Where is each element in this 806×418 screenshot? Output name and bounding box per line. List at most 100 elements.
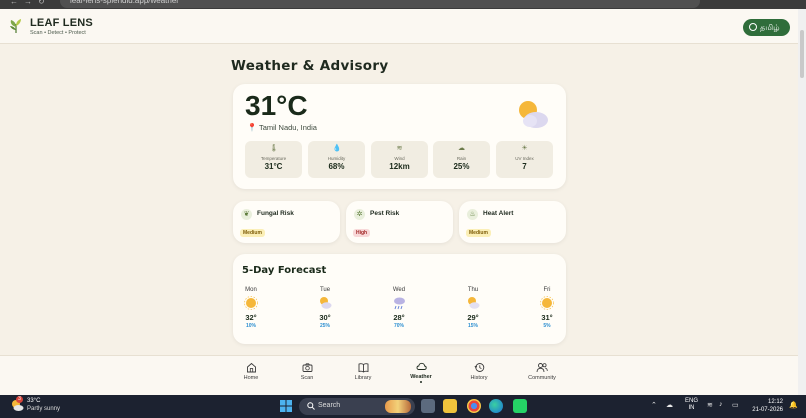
forecast-temp: 32°	[245, 313, 257, 322]
forward-icon[interactable]: →	[24, 0, 32, 6]
task-view-icon[interactable]	[421, 399, 435, 413]
active-indicator	[420, 381, 422, 383]
globe-icon	[749, 23, 757, 31]
fungal-risk-card[interactable]: ❦ Fungal Risk Medium	[233, 201, 340, 243]
location-text: Tamil Nadu, India	[258, 123, 317, 132]
forecast-day-name: Mon	[245, 287, 257, 293]
search-placeholder: Search	[318, 402, 341, 409]
nav-label: Library	[354, 375, 372, 381]
windows-start-icon[interactable]	[280, 400, 292, 412]
back-icon[interactable]: ←	[10, 0, 18, 6]
bottom-navigation: Home Scan Library Weather History Commun…	[0, 355, 798, 395]
location-pin-icon: 📍	[247, 123, 257, 132]
nav-weather[interactable]: Weather	[401, 361, 441, 383]
camera-icon	[302, 363, 312, 372]
weather-alert-badge: 3	[16, 396, 23, 403]
search-highlight-image	[385, 400, 411, 413]
risk-level-badge: Medium	[240, 229, 265, 237]
nav-home[interactable]: Home	[231, 362, 271, 381]
nav-community[interactable]: Community	[521, 362, 563, 381]
language-indicator[interactable]: ENG IN	[685, 398, 698, 412]
stat-label: Humidity	[327, 156, 346, 161]
forecast-day: Tue 30° 25%	[310, 287, 340, 329]
volume-icon[interactable]: ♪	[719, 401, 723, 408]
stat-value: 31°C	[264, 162, 283, 171]
cloud-icon	[416, 362, 427, 370]
leaf-logo-icon	[10, 19, 21, 33]
browser-chrome: ← → ↻ leaf-lens-splendid.app/weather	[0, 0, 806, 9]
file-explorer-icon[interactable]	[443, 399, 457, 413]
stat-temperature: 🌡 Temperature 31°C	[245, 141, 302, 178]
forecast-temp: 29°	[467, 313, 479, 322]
thermometer-icon: ♨	[467, 209, 478, 220]
sun-icon	[540, 296, 554, 310]
forecast-rain-chance: 10%	[245, 323, 256, 329]
page-title: Weather & Advisory	[231, 58, 389, 74]
address-bar[interactable]: leaf-lens-splendid.app/weather	[60, 0, 700, 8]
nav-label: Weather	[410, 374, 432, 380]
nav-label: Community	[528, 375, 556, 381]
forecast-day: Mon 32° 10%	[236, 287, 266, 329]
edge-icon[interactable]	[489, 399, 503, 413]
forecast-day-name: Tue	[319, 287, 331, 293]
forecast-day: Thu 29° 15%	[458, 287, 488, 329]
risk-name: Pest Risk	[370, 210, 400, 217]
risk-level-badge: Medium	[466, 229, 491, 237]
heat-alert-card[interactable]: ♨ Heat Alert Medium	[459, 201, 566, 243]
chrome-icon[interactable]	[467, 399, 481, 413]
pest-risk-card[interactable]: ✲ Pest Risk High	[346, 201, 453, 243]
taskbar-search[interactable]: Search	[299, 398, 415, 415]
rain-cloud-icon: ☁	[458, 145, 465, 152]
leaf-icon: ❦	[241, 209, 252, 220]
forecast-card: 5-Day Forecast Mon 32° 10% Tue 30° 25% W…	[233, 254, 566, 344]
os-taskbar: 3 33°C Partly sunny Search ⌃ ☁ ENG IN ≋ …	[0, 395, 806, 418]
people-icon	[536, 363, 548, 373]
forecast-day: Fri 31° 5%	[532, 287, 562, 329]
taskbar-weather-temp[interactable]: 33°C	[27, 398, 40, 404]
forecast-day-name: Fri	[543, 287, 551, 293]
sun-icon: ☀	[521, 145, 528, 152]
cloud-sync-icon[interactable]: ☁	[666, 401, 673, 409]
stat-rain: ☁ Rain 25%	[433, 141, 490, 178]
search-icon	[307, 402, 315, 410]
nav-library[interactable]: Library	[343, 362, 383, 381]
stat-uv-index: ☀ UV Index 7	[496, 141, 553, 178]
language-code: ENG	[685, 398, 699, 404]
partly-cloudy-icon	[468, 297, 480, 309]
chevron-up-icon[interactable]: ⌃	[651, 401, 657, 409]
nav-label: Home	[243, 375, 259, 381]
stat-label: Wind	[394, 156, 405, 161]
brand-tagline: Scan • Detect • Protect	[30, 30, 86, 36]
book-icon	[358, 363, 368, 373]
language-toggle-button[interactable]: தமிழ்	[743, 19, 790, 36]
wind-icon: ≋	[396, 145, 403, 152]
taskbar-weather-condition[interactable]: Partly sunny	[27, 406, 60, 412]
stat-value: 68%	[328, 162, 345, 171]
nav-label: Scan	[300, 375, 314, 381]
notification-bell-icon[interactable]: 🔔	[789, 401, 798, 409]
whatsapp-icon[interactable]	[513, 399, 527, 413]
history-icon	[473, 363, 484, 372]
forecast-day-name: Thu	[467, 287, 479, 293]
language-label: தமிழ்	[760, 23, 780, 32]
bug-icon: ✲	[354, 209, 365, 220]
battery-icon[interactable]: ▭	[732, 401, 739, 409]
forecast-day-name: Wed	[392, 287, 406, 293]
forecast-rain-chance: 15%	[467, 323, 478, 329]
time: 12:12	[767, 399, 783, 405]
wifi-icon[interactable]: ≋	[707, 401, 713, 409]
reload-icon[interactable]: ↻	[38, 0, 45, 6]
forecast-temp: 28°	[393, 313, 405, 322]
droplet-icon: 💧	[332, 145, 342, 152]
stat-label: UV Index	[515, 156, 534, 161]
rain-icon	[394, 297, 405, 310]
forecast-temp: 31°	[541, 313, 553, 322]
clock[interactable]: 12:12 21-07-2026	[749, 398, 783, 414]
nav-scan[interactable]: Scan	[287, 362, 327, 381]
forecast-rain-chance: 25%	[319, 323, 330, 329]
brand-name: LEAF LENS	[30, 17, 93, 29]
thermometer-icon: 🌡	[269, 145, 279, 152]
scrollbar-thumb[interactable]	[800, 30, 804, 78]
nav-history[interactable]: History	[459, 362, 499, 381]
location: 📍 Tamil Nadu, India	[247, 123, 317, 132]
